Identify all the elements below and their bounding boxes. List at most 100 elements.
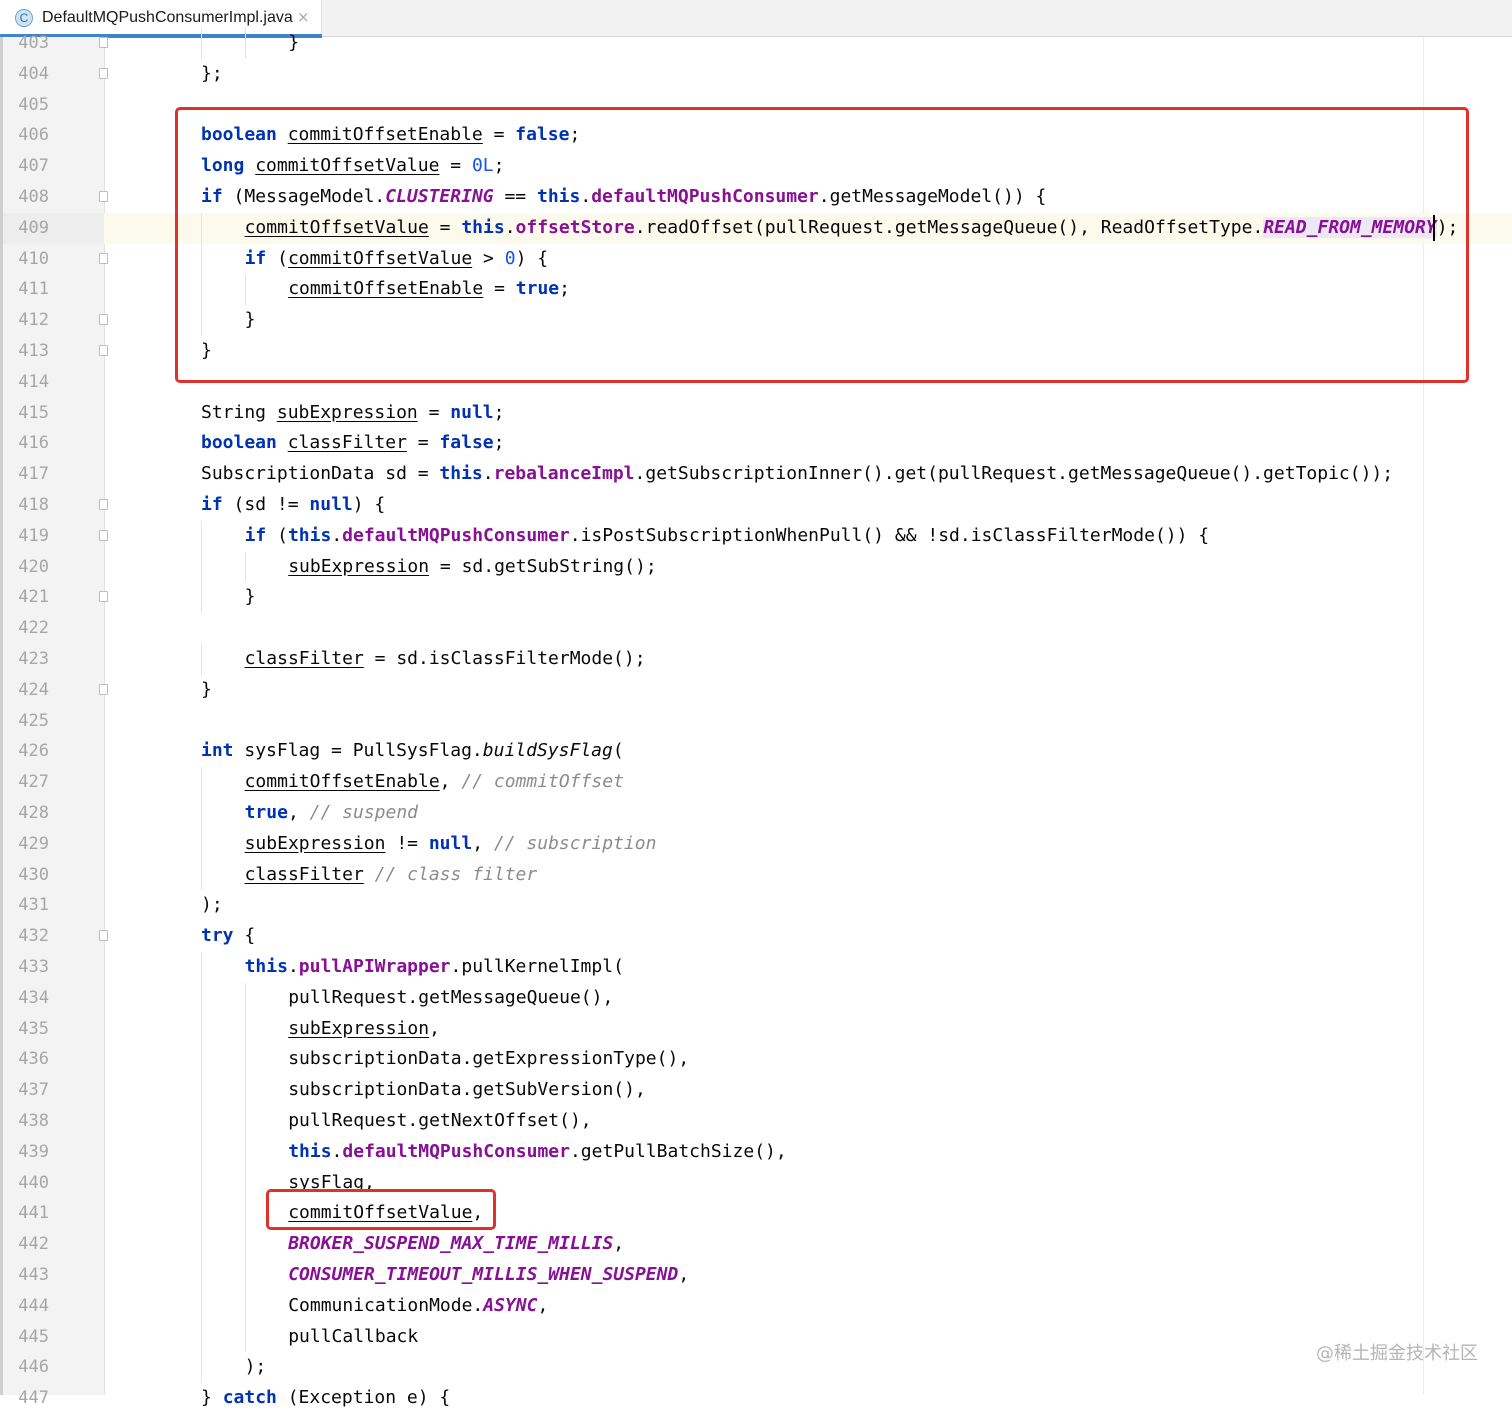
code-text[interactable]: ); [245, 1356, 267, 1377]
line-number[interactable]: 412 [3, 310, 49, 330]
code-line[interactable]: 417 SubscriptionData sd = this.rebalanceI… [0, 459, 1512, 490]
code-line[interactable]: 438 pullRequest.getNextOffset(), [0, 1106, 1512, 1137]
code-text[interactable]: }; [201, 63, 223, 84]
code-line[interactable]: 433 this.pullAPIWrapper.pullKernelImpl( [0, 952, 1512, 983]
fold-marker-icon[interactable] [99, 345, 108, 356]
code-line[interactable]: 419 if (this.defaultMQPushConsumer.isPost… [0, 520, 1512, 552]
code-text[interactable]: pullRequest.getNextOffset(), [288, 1110, 591, 1131]
line-number[interactable]: 403 [3, 33, 49, 53]
line-number[interactable]: 425 [3, 711, 49, 731]
code-text[interactable]: true, // suspend [245, 802, 418, 823]
line-number[interactable]: 407 [3, 156, 49, 176]
code-text[interactable]: pullRequest.getMessageQueue(), [288, 987, 613, 1008]
fold-marker-icon[interactable] [99, 314, 108, 326]
code-text[interactable]: String subExpression = null; [201, 402, 504, 423]
line-number[interactable]: 405 [3, 95, 49, 115]
code-line[interactable]: 422 [0, 613, 1512, 644]
line-number[interactable]: 420 [3, 557, 49, 577]
code-text[interactable]: CommunicationMode.ASYNC, [288, 1295, 548, 1316]
line-number[interactable]: 427 [3, 772, 49, 792]
line-number[interactable]: 414 [3, 372, 49, 392]
code-line[interactable]: 418 if (sd != null) { [0, 490, 1512, 521]
code-line[interactable]: 404}; [0, 59, 1512, 90]
line-number[interactable]: 443 [3, 1265, 49, 1285]
line-number[interactable]: 421 [3, 587, 49, 607]
line-number[interactable]: 410 [3, 249, 49, 269]
code-line[interactable]: 432 try { [0, 921, 1512, 952]
code-line[interactable]: 429 subExpression != null, // subscriptio… [0, 828, 1512, 860]
code-text[interactable]: } catch (Exception e) { [201, 1387, 450, 1408]
code-text[interactable]: boolean classFilter = false; [201, 432, 504, 453]
line-number[interactable]: 422 [3, 618, 49, 638]
line-number[interactable]: 418 [3, 495, 49, 515]
line-number[interactable]: 424 [3, 680, 49, 700]
code-line[interactable]: 403} [0, 28, 1512, 59]
fold-marker-icon[interactable] [99, 499, 108, 510]
line-number[interactable]: 442 [3, 1234, 49, 1254]
line-number[interactable]: 404 [3, 64, 49, 84]
line-number[interactable]: 415 [3, 403, 49, 423]
code-text[interactable]: CONSUMER_TIMEOUT_MILLIS_WHEN_SUSPEND, [288, 1264, 689, 1285]
fold-marker-icon[interactable] [99, 529, 108, 541]
fold-marker-icon[interactable] [99, 591, 108, 603]
code-line[interactable]: 430 classFilter // class filter [0, 859, 1512, 891]
code-line[interactable]: 424} [0, 675, 1512, 706]
code-line[interactable]: 428 true, // suspend [0, 798, 1512, 829]
code-line[interactable]: 427 commitOffsetEnable, // commitOffset [0, 767, 1512, 798]
close-icon[interactable]: × [297, 8, 310, 26]
line-number[interactable]: 441 [3, 1203, 49, 1223]
code-text[interactable]: ); [201, 894, 223, 915]
line-number[interactable]: 447 [3, 1388, 49, 1408]
code-text[interactable]: } [288, 32, 299, 53]
fold-marker-icon[interactable] [99, 37, 108, 48]
code-line[interactable]: 440 sysFlag, [0, 1167, 1512, 1199]
line-number[interactable]: 413 [3, 341, 49, 361]
line-number[interactable]: 429 [3, 834, 49, 854]
code-line[interactable]: 436 subscriptionData.getExpressionType(), [0, 1044, 1512, 1076]
code-line[interactable]: 437 subscriptionData.getSubVersion(), [0, 1075, 1512, 1106]
code-text[interactable]: this.defaultMQPushConsumer.getPullBatchS… [288, 1141, 787, 1162]
code-line[interactable]: 420 subExpression = sd.getSubString(); [0, 551, 1512, 583]
line-number[interactable]: 437 [3, 1080, 49, 1100]
code-text[interactable]: classFilter // class filter [245, 864, 538, 885]
code-text[interactable]: this.pullAPIWrapper.pullKernelImpl( [245, 956, 624, 977]
code-line[interactable]: 447 } catch (Exception e) { [0, 1383, 1512, 1414]
code-line[interactable]: 415 String subExpression = null; [0, 398, 1512, 429]
line-number[interactable]: 406 [3, 125, 49, 145]
line-number[interactable]: 445 [3, 1327, 49, 1347]
code-text[interactable]: try { [201, 925, 255, 946]
line-number[interactable]: 416 [3, 433, 49, 453]
line-number[interactable]: 446 [3, 1357, 49, 1377]
code-line[interactable]: 425 [0, 706, 1512, 737]
code-text[interactable]: subExpression, [288, 1018, 440, 1039]
code-text[interactable]: } [201, 679, 212, 700]
code-line[interactable]: 442 BROKER_SUSPEND_MAX_TIME_MILLIS, [0, 1229, 1512, 1260]
fold-marker-icon[interactable] [99, 683, 108, 695]
line-number[interactable]: 432 [3, 926, 49, 946]
line-number[interactable]: 408 [3, 187, 49, 207]
code-line[interactable]: 443 CONSUMER_TIMEOUT_MILLIS_WHEN_SUSPEND, [0, 1260, 1512, 1291]
line-number[interactable]: 430 [3, 865, 49, 885]
code-text[interactable]: subExpression = sd.getSubString(); [288, 556, 656, 577]
line-number[interactable]: 438 [3, 1111, 49, 1131]
line-number[interactable]: 423 [3, 649, 49, 669]
code-line[interactable]: 423 classFilter = sd.isClassFilterMode(); [0, 644, 1512, 675]
code-text[interactable]: if (this.defaultMQPushConsumer.isPostSub… [245, 525, 1210, 546]
line-number[interactable]: 439 [3, 1142, 49, 1162]
line-number[interactable]: 419 [3, 526, 49, 546]
code-line[interactable]: 426 int sysFlag = PullSysFlag.buildSysFla… [0, 736, 1512, 767]
line-number[interactable]: 431 [3, 895, 49, 915]
code-line[interactable]: 434 pullRequest.getMessageQueue(), [0, 982, 1512, 1014]
line-number[interactable]: 434 [3, 988, 49, 1008]
code-text[interactable]: subscriptionData.getSubVersion(), [288, 1079, 646, 1100]
code-text[interactable]: pullCallback [288, 1326, 418, 1347]
line-number[interactable]: 440 [3, 1173, 49, 1193]
code-text[interactable]: subscriptionData.getExpressionType(), [288, 1048, 689, 1069]
code-text[interactable]: int sysFlag = PullSysFlag.buildSysFlag( [201, 740, 624, 761]
line-number[interactable]: 409 [3, 218, 49, 238]
line-number[interactable]: 428 [3, 803, 49, 823]
code-text[interactable]: subExpression != null, // subscription [245, 833, 657, 854]
code-line[interactable]: 446); [0, 1352, 1512, 1384]
code-line[interactable]: 444 CommunicationMode.ASYNC, [0, 1290, 1512, 1322]
code-line[interactable]: 435 subExpression, [0, 1013, 1512, 1045]
